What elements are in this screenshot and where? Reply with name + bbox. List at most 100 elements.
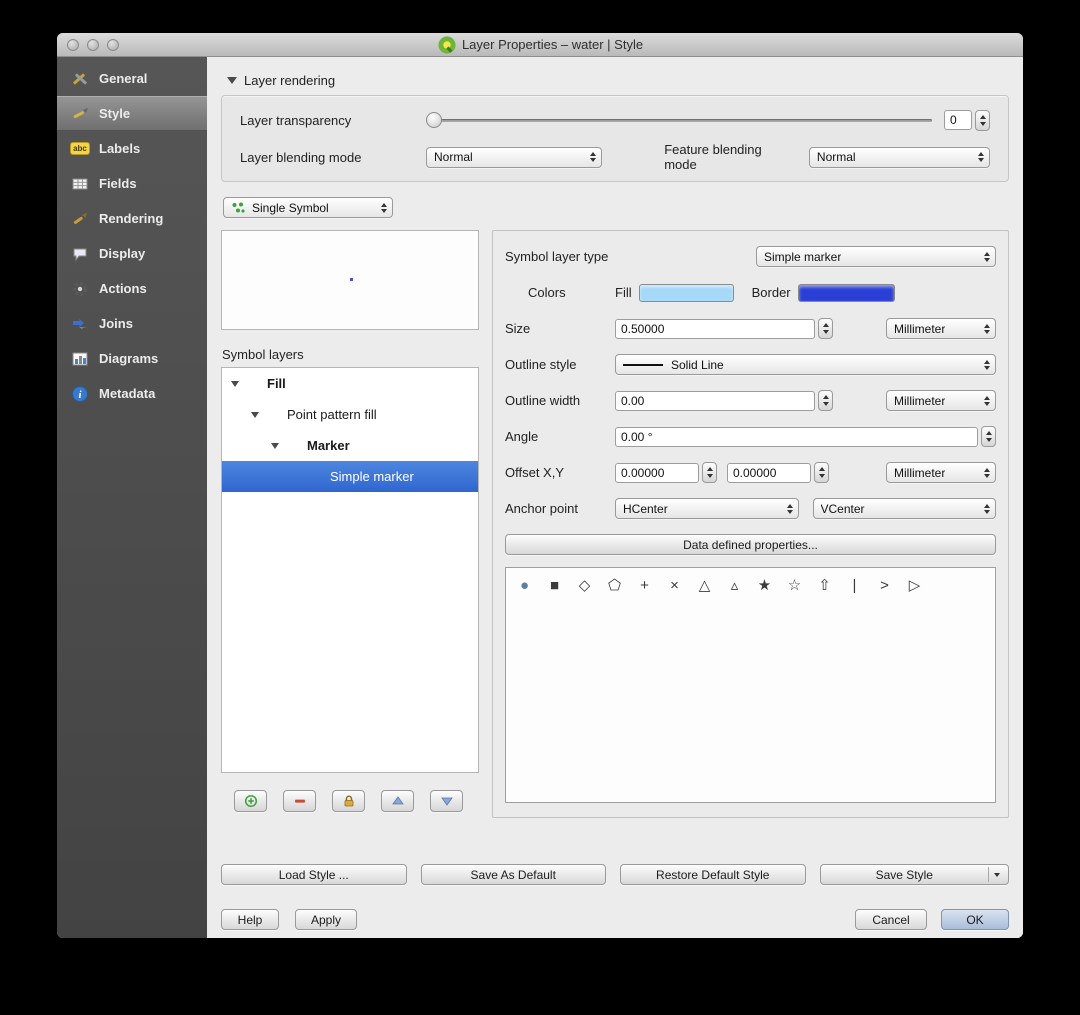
add-symbol-layer-button[interactable] [234,790,267,812]
sidebar-item-metadata[interactable]: i Metadata [57,376,207,411]
marker-shape-arrowhead[interactable]: > [874,575,895,595]
marker-shape-filled-arrowhead[interactable]: ▷ [904,575,925,595]
size-input[interactable] [615,318,815,339]
chevron-updown-icon [375,202,392,213]
outline-width-unit-select[interactable]: Millimeter [886,390,996,411]
display-icon [70,244,90,264]
marker-shape-regular-star[interactable]: ☆ [784,575,805,595]
minimize-button[interactable] [87,38,99,51]
sidebar-item-rendering[interactable]: Rendering [57,201,207,236]
tree-item-point-pattern-fill[interactable]: Point pattern fill [222,399,478,430]
layer-properties-window: Layer Properties – water | Style General… [57,33,1023,938]
anchor-v-select[interactable]: VCenter [812,498,996,519]
selected-value: Solid Line [671,357,724,372]
move-down-button[interactable] [430,790,463,812]
ok-button[interactable]: OK [941,909,1009,930]
apply-button[interactable]: Apply [295,909,357,930]
remove-symbol-layer-button[interactable] [283,790,316,812]
border-color-swatch[interactable] [797,283,895,302]
anchor-h-select[interactable]: HCenter [615,498,799,519]
renderer-select[interactable]: Single Symbol [223,197,393,218]
angle-label: Angle [505,429,539,444]
style-icon [70,104,90,124]
size-stepper[interactable] [818,318,833,339]
zoom-button[interactable] [107,38,119,51]
offset-x-stepper[interactable] [702,462,717,483]
marker-shape-square[interactable]: ■ [544,575,565,595]
offset-unit-select[interactable]: Millimeter [886,462,996,483]
save-style-button[interactable]: Save Style [819,864,1009,885]
offset-x-input[interactable] [615,462,699,483]
sidebar-item-actions[interactable]: Actions [57,271,207,306]
sidebar-item-diagrams[interactable]: Diagrams [57,341,207,376]
tree-item-marker[interactable]: Marker [222,430,478,461]
layer-blending-mode-select[interactable]: Normal [426,146,603,168]
fill-label: Fill [615,285,632,300]
sidebar-item-joins[interactable]: Joins [57,306,207,341]
help-button[interactable]: Help [221,909,279,930]
marker-shape-pentagon[interactable]: ⬠ [604,575,625,595]
expander-icon[interactable] [271,442,281,449]
marker-shape-line[interactable]: | [844,575,865,595]
data-defined-properties-button[interactable]: Data defined properties... [505,534,996,555]
layer-transparency-slider[interactable] [426,111,932,129]
fields-icon [70,174,90,194]
marker-shape-arrow[interactable]: ⇧ [814,575,835,595]
sidebar-item-label: Fields [99,176,137,191]
sidebar-item-style[interactable]: Style [57,96,207,131]
angle-input[interactable] [615,426,978,447]
outline-style-label: Outline style [505,357,577,372]
expander-icon[interactable] [251,411,261,418]
marker-shape-diamond[interactable]: ◇ [574,575,595,595]
restore-default-style-button[interactable]: Restore Default Style [620,864,806,885]
outline-width-label: Outline width [505,393,581,408]
tree-item-simple-marker[interactable]: Simple marker [222,461,478,492]
collapse-triangle-icon[interactable] [227,77,237,84]
angle-stepper[interactable] [981,426,996,447]
marker-shape-cross2[interactable]: × [664,575,685,595]
load-style-button[interactable]: Load Style ... [221,864,407,885]
marker-shape-circle[interactable]: ● [514,575,535,595]
marker-shape-triangle[interactable]: △ [694,575,715,595]
move-up-button[interactable] [381,790,414,812]
feature-blending-mode-select[interactable]: Normal [808,146,990,168]
sidebar-item-labels[interactable]: abc Labels [57,131,207,166]
sidebar-item-general[interactable]: General [57,61,207,96]
size-unit-select[interactable]: Millimeter [886,318,996,339]
marker-shape-equilateral-triangle[interactable]: ▵ [724,575,745,595]
lock-color-button[interactable] [332,790,365,812]
save-as-default-button[interactable]: Save As Default [420,864,606,885]
slider-knob[interactable] [426,112,442,128]
general-icon [70,69,90,89]
sidebar-item-fields[interactable]: Fields [57,166,207,201]
transparency-stepper[interactable] [975,109,990,131]
slider-track [426,119,932,122]
symbol-layers-label: Symbol layers [222,347,304,362]
offset-y-stepper[interactable] [814,462,829,483]
selected-value: Millimeter [894,393,946,408]
traffic-lights [67,38,119,51]
outline-style-select[interactable]: Solid Line [615,354,996,375]
close-button[interactable] [67,38,79,51]
marker-shape-star[interactable]: ★ [754,575,775,595]
outline-width-input[interactable] [615,390,815,411]
sidebar-item-label: Diagrams [99,351,159,366]
chevron-updown-icon [978,359,995,370]
fill-color-swatch[interactable] [638,283,734,302]
expander-icon[interactable] [231,380,241,387]
symbol-layers-tree: Fill Point pattern fill Marker Simple ma… [221,367,479,773]
cancel-button[interactable]: Cancel [855,909,927,930]
layer-transparency-value[interactable] [944,110,972,130]
sidebar-item-display[interactable]: Display [57,236,207,271]
marker-shape-cross[interactable]: + [634,575,655,595]
solid-line-icon [623,363,663,366]
selected-value: Normal [434,150,473,164]
sidebar-item-label: Metadata [99,386,156,401]
tree-item-fill[interactable]: Fill [222,368,478,399]
diagrams-icon [70,349,90,369]
outline-width-stepper[interactable] [818,390,833,411]
symbol-layer-properties: Symbol layer type Simple marker Colors F… [492,230,1009,818]
titlebar: Layer Properties – water | Style [57,33,1023,57]
offset-y-input[interactable] [727,462,811,483]
symbol-layer-type-select[interactable]: Simple marker [756,246,996,267]
